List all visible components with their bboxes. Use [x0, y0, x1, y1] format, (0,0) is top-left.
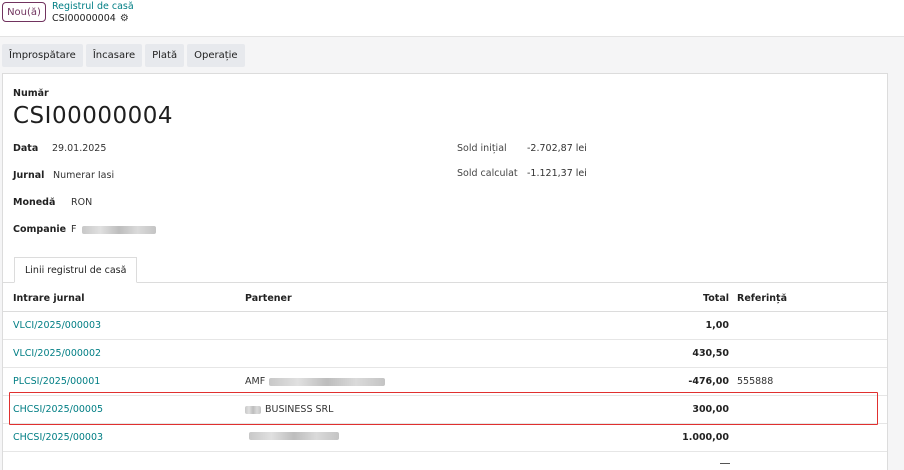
- currency-field: Monedă RON: [13, 197, 92, 208]
- currency-value[interactable]: RON: [71, 197, 92, 208]
- redacted-partner-prefix: [245, 405, 261, 414]
- row-entry-link[interactable]: CHCSI/2025/00005: [13, 404, 103, 415]
- control-panel: Nou(ă) Registrul de casă CSI00000004 ⚙: [0, 0, 904, 37]
- row-partner: BUSINESS SRL: [245, 404, 333, 415]
- row-total: 300,00: [692, 404, 729, 415]
- column-header-partner[interactable]: Partener: [245, 293, 292, 304]
- computed-balance-field: Sold calculat -1.121,37 lei: [457, 168, 587, 179]
- row-total: 430,50: [692, 348, 729, 359]
- breadcrumb-current: CSI00000004 ⚙: [52, 13, 129, 24]
- record-title: CSI00000004: [13, 103, 174, 129]
- table-row[interactable]: CHCSI/2025/00005 BUSINESS SRL 300,00: [3, 396, 887, 424]
- payment-button[interactable]: Plată: [145, 44, 185, 67]
- row-entry-link[interactable]: CHCSI/2025/00003: [13, 432, 103, 443]
- row-entry-link[interactable]: VLCI/2025/000002: [13, 348, 101, 359]
- row-total: -476,00: [688, 376, 729, 387]
- company-value-prefix: F: [71, 224, 77, 235]
- table-row[interactable]: VLCI/2025/000003 1,00: [3, 312, 887, 340]
- operation-button[interactable]: Operație: [187, 44, 245, 67]
- table-header: Intrare jurnal Partener Total Referință: [3, 285, 887, 312]
- computed-balance-value: -1.121,37 lei: [527, 168, 587, 179]
- row-total: 1,00: [705, 320, 729, 331]
- breadcrumb-parent[interactable]: Registrul de casă: [52, 1, 134, 12]
- row-entry-link[interactable]: PLCSI/2025/00001: [13, 376, 100, 387]
- row-reference: 555888: [737, 376, 774, 387]
- receipt-button[interactable]: Încasare: [85, 44, 143, 67]
- row-partner: AMF: [245, 376, 386, 387]
- date-label: Data: [13, 143, 39, 154]
- tab-cash-register-lines[interactable]: Linii registrul de casă: [14, 257, 138, 283]
- currency-label: Monedă: [13, 197, 56, 208]
- company-label: Companie: [13, 224, 67, 235]
- gear-icon[interactable]: ⚙: [120, 13, 129, 24]
- company-field: Companie F: [13, 224, 156, 235]
- computed-balance-label: Sold calculat: [457, 168, 518, 179]
- column-header-entry[interactable]: Intrare jurnal: [13, 293, 85, 304]
- form-sheet: Număr CSI00000004 Data 29.01.2025 Jurnal…: [2, 73, 888, 470]
- row-total: 1.000,00: [682, 432, 729, 443]
- date-value[interactable]: 29.01.2025: [52, 143, 106, 154]
- journal-value[interactable]: Numerar Iasi: [53, 170, 114, 181]
- row-partner: [245, 432, 339, 440]
- row-partner-name: AMF: [245, 376, 266, 387]
- table-row[interactable]: VLCI/2025/000002 430,50: [3, 340, 887, 368]
- refresh-button[interactable]: Împrospătare: [2, 44, 83, 67]
- breadcrumb-current-label: CSI00000004: [52, 13, 116, 24]
- company-value[interactable]: F: [71, 224, 156, 235]
- journal-label: Jurnal: [13, 170, 45, 181]
- initial-balance-field: Sold inițial -2.702,87 lei: [457, 143, 587, 154]
- action-buttons: Împrospătare Încasare Plată Operație: [2, 44, 245, 67]
- row-entry-link[interactable]: VLCI/2025/000003: [13, 320, 101, 331]
- journal-field: Jurnal Numerar Iasi: [13, 170, 114, 181]
- number-label: Număr: [13, 88, 49, 99]
- initial-balance-label: Sold inițial: [457, 143, 507, 154]
- column-header-total[interactable]: Total: [703, 293, 729, 304]
- table-row[interactable]: CHCSI/2025/00003 1.000,00: [3, 424, 887, 452]
- table-row[interactable]: PLCSI/2025/00001 AMF -476,00 555888: [3, 368, 887, 396]
- total-sum-divider: [720, 463, 730, 464]
- row-partner-name: BUSINESS SRL: [265, 404, 334, 415]
- column-header-reference[interactable]: Referință: [737, 293, 787, 304]
- redacted-company-name: [81, 225, 156, 234]
- new-button[interactable]: Nou(ă): [2, 2, 46, 22]
- redacted-partner-name: [269, 377, 386, 386]
- redacted-partner-name: [249, 432, 339, 440]
- date-field: Data 29.01.2025: [13, 143, 106, 154]
- initial-balance-value: -2.702,87 lei: [527, 143, 587, 154]
